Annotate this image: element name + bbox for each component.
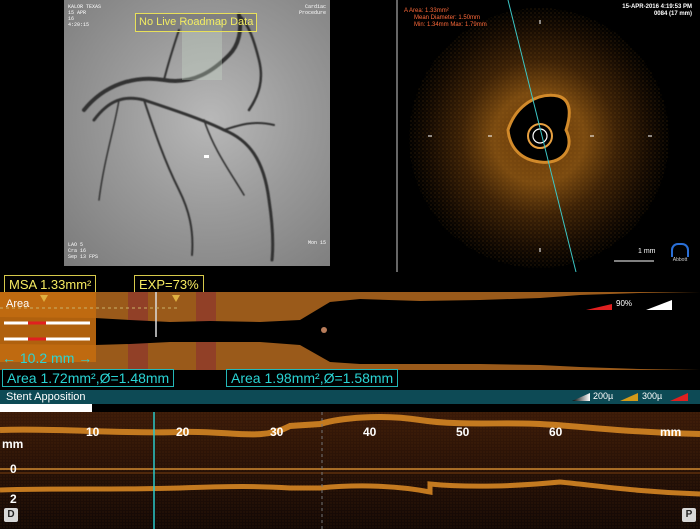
- tick-40: 40: [363, 425, 377, 439]
- min-max-readout: Min: 1.34mm Max: 1.79mm: [414, 22, 487, 28]
- tick-30: 30: [270, 425, 284, 439]
- lumen-area-readout: A Area: 1.33mm²: [404, 8, 449, 14]
- depth-0: 0: [10, 462, 17, 476]
- proximal-reference-readout: Area 1.98mm²,Ø=1.58mm: [226, 369, 399, 387]
- longitudinal-image: [0, 412, 700, 529]
- stent-length-label: ← 10.2 mm →: [2, 350, 93, 366]
- roadmap-status-label: No Live Roadmap Data: [135, 13, 258, 32]
- tick-60: 60: [549, 425, 563, 439]
- stent-apposition-label: Stent Apposition: [6, 391, 86, 403]
- apposition-progress: [0, 404, 92, 412]
- distal-reference-readout: Area 1.72mm²,Ø=1.48mm: [2, 369, 175, 387]
- legend-300: 300µ: [642, 391, 663, 401]
- tick-10: 10: [86, 425, 100, 439]
- acquisition-date: 15-APR-2016 4:19:53 PM: [622, 4, 692, 10]
- lumen-profile-graph: [0, 292, 700, 370]
- angio-bl-3: Sep 13 FPS: [68, 254, 99, 260]
- tick-20: 20: [176, 425, 190, 439]
- abbott-logo: Abbott: [670, 243, 690, 267]
- oct-cross-section-view[interactable]: A Area: 1.33mm² Mean Diameter: 1.50mm Mi…: [398, 0, 700, 272]
- longitudinal-view[interactable]: mm mm 10 20 30 40 50 60 0 2 D P: [0, 412, 700, 529]
- vessel-tree: [82, 13, 275, 262]
- scale-bar-label: 1 mm: [638, 248, 656, 255]
- distal-marker[interactable]: D: [4, 508, 18, 522]
- angio-tl-4: 4:20:15: [68, 22, 90, 28]
- depth-2: 2: [10, 492, 17, 506]
- legend-300-swatch: [670, 393, 688, 401]
- area-mode-label: Area: [6, 298, 30, 310]
- frame-number: 0084 (17 mm): [653, 11, 692, 17]
- tick-50: 50: [456, 425, 470, 439]
- angiogram-view[interactable]: KALOR TEXAS 15 APR 16 4:20:15 Cardiac Pr…: [64, 0, 330, 266]
- lview-unit-right: mm: [660, 425, 682, 439]
- cross-section-image: [409, 0, 669, 272]
- threshold-percent: 90%: [616, 299, 633, 308]
- angio-tr-2: Procedure: [298, 10, 326, 16]
- apposition-legend-ramp: [572, 393, 590, 401]
- lview-unit-left: mm: [2, 437, 24, 451]
- lumen-profile-view[interactable]: Area 90%: [0, 292, 700, 370]
- stent-apposition-bar[interactable]: Stent Apposition 200µ 300µ: [0, 390, 700, 404]
- legend-200: 200µ: [593, 391, 614, 401]
- proximal-marker[interactable]: P: [682, 508, 696, 522]
- mean-diameter-readout: Mean Diameter: 1.50mm: [414, 15, 481, 21]
- angio-br-1: Mon 15: [307, 240, 326, 246]
- legend-200-swatch: [620, 393, 638, 401]
